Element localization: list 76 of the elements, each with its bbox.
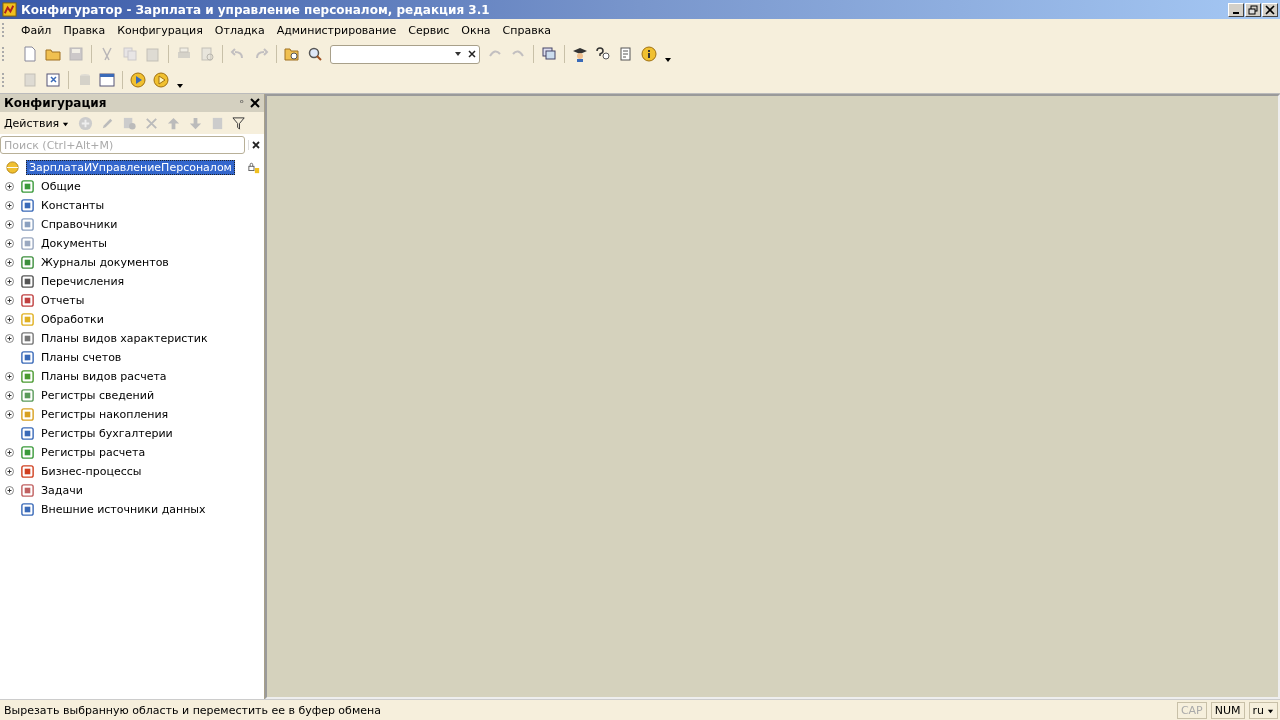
- close-button[interactable]: [1262, 2, 1278, 17]
- menu-item[interactable]: Файл: [15, 23, 58, 37]
- tree-item[interactable]: Обработки: [41, 313, 104, 326]
- tree-item[interactable]: Журналы документов: [41, 256, 169, 269]
- menu-item[interactable]: Правка: [57, 23, 112, 37]
- menu-item[interactable]: Справка: [496, 23, 558, 37]
- windows-icon[interactable]: [541, 46, 557, 62]
- expand-icon[interactable]: [5, 410, 14, 419]
- tree-item[interactable]: Бизнес-процессы: [41, 465, 142, 478]
- play-icon[interactable]: [130, 72, 146, 88]
- tree-item[interactable]: Справочники: [41, 218, 118, 231]
- app-logo-icon: [2, 2, 17, 17]
- tree-item[interactable]: Регистры накопления: [41, 408, 169, 421]
- play-outline-icon[interactable]: [153, 72, 169, 88]
- tree-item[interactable]: Планы счетов: [41, 351, 122, 364]
- toolbar-more-icon[interactable]: [176, 81, 184, 89]
- tree-item[interactable]: Документы: [41, 237, 107, 250]
- filter-icon[interactable]: [232, 115, 248, 131]
- close-icon: [1265, 4, 1275, 15]
- expand-icon[interactable]: [5, 258, 14, 267]
- actions-menu-button[interactable]: Действия: [4, 116, 70, 130]
- expand-icon[interactable]: [5, 467, 14, 476]
- lock-icon: [248, 161, 260, 174]
- tree-item[interactable]: Регистры расчета: [41, 446, 146, 459]
- minimize-icon: [1233, 11, 1239, 14]
- toolbar-more-icon[interactable]: [664, 55, 672, 63]
- status-indicator: CAP: [1176, 701, 1207, 719]
- close-icon[interactable]: [250, 98, 260, 108]
- info-icon[interactable]: [641, 46, 657, 62]
- expand-icon[interactable]: [5, 296, 14, 305]
- search-field[interactable]: Поиск (Ctrl+Alt+M): [0, 136, 245, 154]
- search-icon[interactable]: [307, 46, 323, 62]
- expand-icon[interactable]: [5, 182, 14, 191]
- window-title: Конфигуратор - Зарплата и управление персоналом, редакция 3.1: [21, 2, 491, 17]
- tree-item[interactable]: Планы видов характеристик: [41, 332, 208, 345]
- menu-item[interactable]: Отладка: [208, 23, 271, 37]
- folder-search-icon[interactable]: [284, 46, 300, 62]
- tree-item[interactable]: ЗарплатаИУправлениеПерсоналом: [26, 160, 235, 175]
- tree-item[interactable]: Перечисления: [41, 275, 125, 288]
- status-indicator: NUM: [1210, 701, 1245, 719]
- tree-item[interactable]: Планы видов расчета: [41, 370, 167, 383]
- panel-title: Конфигурация: [4, 96, 108, 110]
- status-message: Вырезать выбранную область и переместить ее в буфер обмена: [3, 703, 382, 717]
- expand-icon[interactable]: [5, 201, 14, 210]
- expand-icon[interactable]: [5, 391, 14, 400]
- language-selector[interactable]: ru: [1248, 701, 1278, 719]
- search-combo-field[interactable]: [330, 44, 480, 64]
- expand-icon[interactable]: [5, 448, 14, 457]
- expand-icon[interactable]: [5, 315, 14, 324]
- tree-item[interactable]: Константы: [41, 199, 105, 212]
- restore-icon: [1248, 4, 1258, 15]
- tree-item[interactable]: Общие: [41, 180, 81, 193]
- restore-button[interactable]: [1245, 2, 1261, 17]
- pin-button[interactable]: ᵒ: [239, 97, 244, 109]
- tree-item[interactable]: Регистры сведений: [41, 389, 155, 402]
- tree-item[interactable]: Регистры бухгалтерии: [41, 427, 173, 440]
- expand-icon[interactable]: [5, 277, 14, 286]
- expand-icon[interactable]: [5, 239, 14, 248]
- menu-item[interactable]: Сервис: [402, 23, 456, 37]
- clear-icon[interactable]: [467, 49, 477, 59]
- menu-item[interactable]: Конфигурация: [111, 23, 209, 37]
- tree-item[interactable]: Задачи: [41, 484, 83, 497]
- tree-item[interactable]: Отчеты: [41, 294, 85, 307]
- form-close-icon[interactable]: [45, 72, 61, 88]
- tree-item[interactable]: Внешние источники данных: [41, 503, 206, 516]
- expand-icon[interactable]: [5, 372, 14, 381]
- help-search-icon[interactable]: [595, 46, 611, 62]
- menu-item[interactable]: Администрирование: [270, 23, 403, 37]
- graduate-icon[interactable]: [572, 46, 588, 62]
- expand-icon[interactable]: [5, 486, 14, 495]
- menu-item[interactable]: Окна: [455, 23, 497, 37]
- open-folder-icon[interactable]: [45, 46, 61, 62]
- minimize-button[interactable]: [1228, 2, 1244, 17]
- expand-icon[interactable]: [5, 220, 14, 229]
- expand-icon[interactable]: [5, 334, 14, 343]
- table-window-icon[interactable]: [99, 72, 115, 88]
